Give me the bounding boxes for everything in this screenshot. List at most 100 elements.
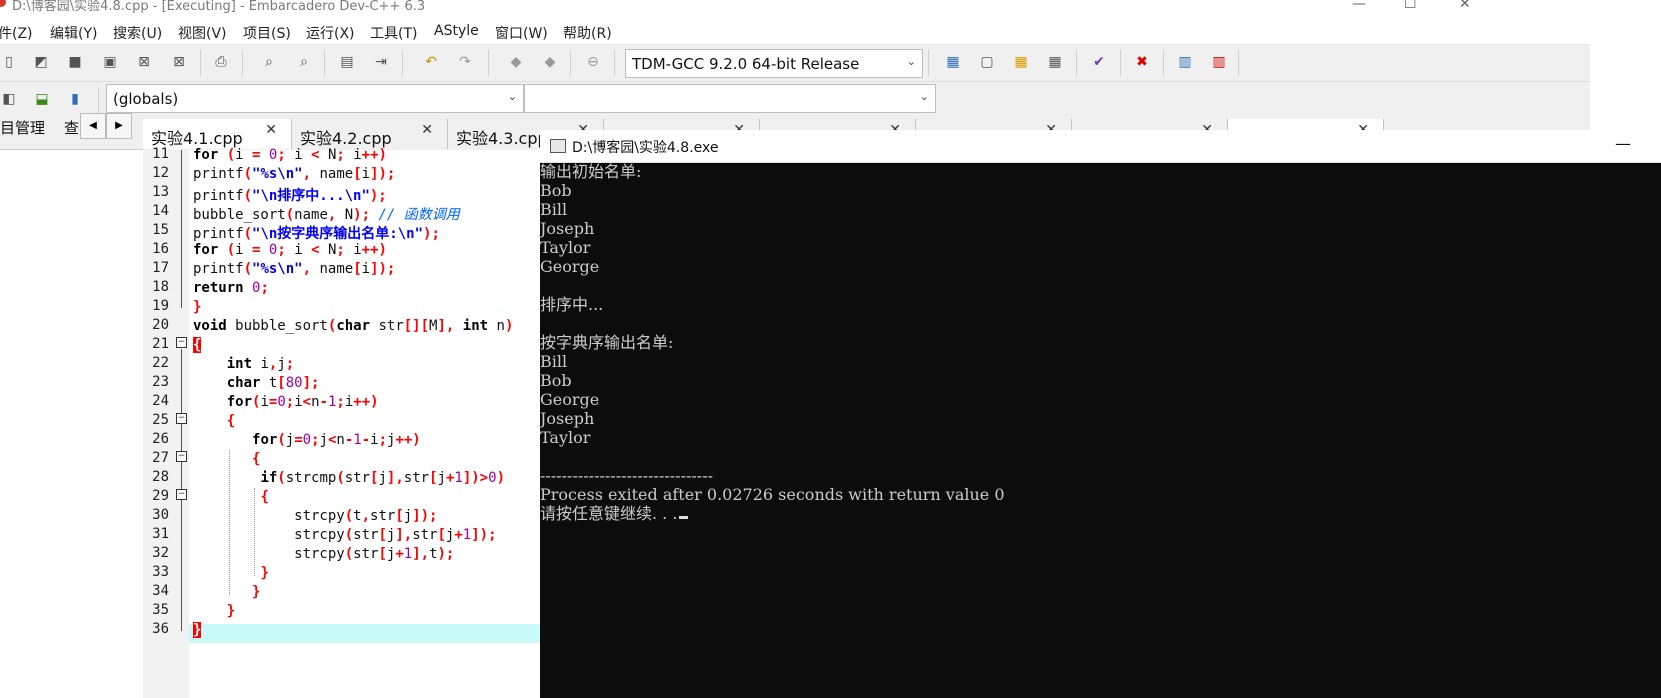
line-number: 28 [152,469,169,485]
class-icon[interactable]: ◧ [0,90,18,108]
menu-file[interactable]: 件(Z) [0,23,33,43]
console-line: 排序中... [540,295,604,314]
run-icon[interactable]: ▢ [978,53,996,71]
close-icon[interactable]: ✕ [265,122,277,138]
code-line: for(j=0;j<n-1-i;j++) [252,432,421,448]
tab-file[interactable]: 实验4.1.cpp ✕ [143,119,292,149]
line-number: 13 [152,184,169,200]
chart-icon[interactable]: ▥ [1176,53,1194,71]
goto-icon[interactable]: ▤ [338,53,356,71]
current-line-highlight [189,624,540,643]
project-panel-tabs: 目管理 查 ◀ ▶ [0,113,143,150]
print-icon[interactable]: ⎙ [212,53,230,71]
close-icon[interactable]: ✕ [421,122,433,138]
code-line: } [193,299,202,315]
save-all-icon[interactable]: ▣ [101,53,119,71]
bookmark-icon[interactable]: ▮ [66,90,84,108]
code-line: { [193,337,202,353]
code-line: for (i = 0; i < N; i++) [193,242,387,258]
check-syntax-icon[interactable]: ✔ [1090,53,1108,71]
tab-project-manager[interactable]: 目管理 [0,117,45,138]
minimize-button[interactable]: — [1352,0,1366,12]
minimize-button[interactable]: — [1615,134,1631,153]
code-editor[interactable]: 11 12 13 14 15 16 17 18 19 20 21 22 23 2… [143,146,540,698]
code-line: printf("\n按字典序输出名单:\n"); [193,226,440,242]
stop-icon[interactable]: ✖ [1133,53,1151,71]
close-all-icon[interactable]: ⊠ [170,53,188,71]
line-number: 17 [152,260,169,276]
menu-help[interactable]: 帮助(R) [563,23,612,43]
title-bar: D:\博客园\实验4.8.cpp - [Executing] - Embarca… [0,0,1590,14]
console-line: Bob [540,371,572,390]
console-line: George [540,390,600,409]
code-line: } [260,565,269,581]
console-line: Joseph [540,409,595,428]
main-toolbar: ▯ ◩ ■ ▣ ⊠ ⊠ ⎙ ⌕ ⌕ ▤ ⇥ ↶ ↷ ◆ ◆ ⊖ TDM-GCC … [0,45,1590,82]
rebuild-icon[interactable]: ▦ [1046,53,1064,71]
comment-icon[interactable]: ⊖ [584,53,602,71]
indent-icon[interactable]: ⇥ [372,53,390,71]
profile-delete-icon[interactable]: ▥ [1210,53,1228,71]
console-line: George [540,257,600,276]
scope-select[interactable]: (globals) ⌄ [106,84,524,113]
code-line: char t[80]; [226,375,320,391]
chevron-down-icon: ⌄ [919,90,929,103]
code-line: { [252,451,261,467]
menu-view[interactable]: 视图(V) [178,23,227,43]
open-file-icon[interactable]: ◩ [32,53,50,71]
console-output[interactable]: 输出初始名单: Bob Bill Joseph Taylor George 排序… [540,162,1661,698]
console-window[interactable]: D:\博客园\实验4.8.exe — 输出初始名单: Bob Bill Jose… [540,130,1661,698]
scroll-left-button[interactable]: ◀ [80,113,106,139]
menu-project[interactable]: 项目(S) [243,23,291,43]
tab-file[interactable]: 实验4.2.cpp ✕ [292,119,448,149]
function-select[interactable]: ⌄ [524,84,936,113]
fold-toggle-icon[interactable]: − [176,337,187,348]
line-number: 29 [152,488,169,504]
line-number: 22 [152,355,169,371]
compile-run-icon[interactable]: ▦ [1012,53,1030,71]
line-number: 35 [152,602,169,618]
menu-search[interactable]: 搜索(U) [113,23,162,43]
scroll-right-button[interactable]: ▶ [106,113,132,139]
compile-icon[interactable]: ▦ [944,53,962,71]
save-icon[interactable]: ■ [66,53,84,71]
compiler-select[interactable]: TDM-GCC 9.2.0 64-bit Release ⌄ [625,49,923,78]
menu-window[interactable]: 窗口(W) [495,23,548,43]
chevron-down-icon: ⌄ [507,90,517,103]
bookmark-next-icon[interactable]: ◆ [541,53,559,71]
code-line: strcpy(str[j],str[j+1]); [193,527,497,543]
maximize-button[interactable]: ☐ [1404,0,1417,12]
fold-toggle-icon[interactable]: − [176,489,187,500]
line-number: 19 [152,298,169,314]
menu-run[interactable]: 运行(X) [306,23,355,43]
line-number: 36 [152,621,169,637]
line-number: 14 [152,203,169,219]
menu-edit[interactable]: 编辑(Y) [50,23,97,43]
fold-toggle-icon[interactable]: − [176,413,187,424]
find-icon[interactable]: ⌕ [260,53,278,71]
replace-icon[interactable]: ⌕ [295,53,313,71]
close-button[interactable]: ✕ [1459,0,1471,12]
undo-icon[interactable]: ↶ [422,53,440,71]
menu-astyle[interactable]: AStyle [434,23,479,39]
close-file-icon[interactable]: ⊠ [135,53,153,71]
menu-tools[interactable]: 工具(T) [370,23,417,43]
code-line: } [252,584,261,600]
line-number: 23 [152,374,169,390]
line-number: 21 [152,336,169,352]
line-number: 25 [152,412,169,428]
redo-icon[interactable]: ↷ [456,53,474,71]
new-file-icon[interactable]: ▯ [0,53,18,71]
console-line: Bob [540,181,572,200]
insert-icon[interactable]: ⬓ [33,90,51,108]
tab-class-browser[interactable]: 查 [64,117,79,138]
code-line: bubble_sort(name, N); // 函数调用 [193,207,460,223]
line-number: 26 [152,431,169,447]
code-line: } [193,622,202,638]
chevron-down-icon: ⌄ [906,55,916,68]
console-line: Bill [540,352,568,371]
fold-toggle-icon[interactable]: − [176,451,187,462]
secondary-toolbar: ◧ ⬓ ▮ (globals) ⌄ ⌄ [0,82,1590,119]
text-cursor [679,516,689,519]
bookmark-prev-icon[interactable]: ◆ [507,53,525,71]
